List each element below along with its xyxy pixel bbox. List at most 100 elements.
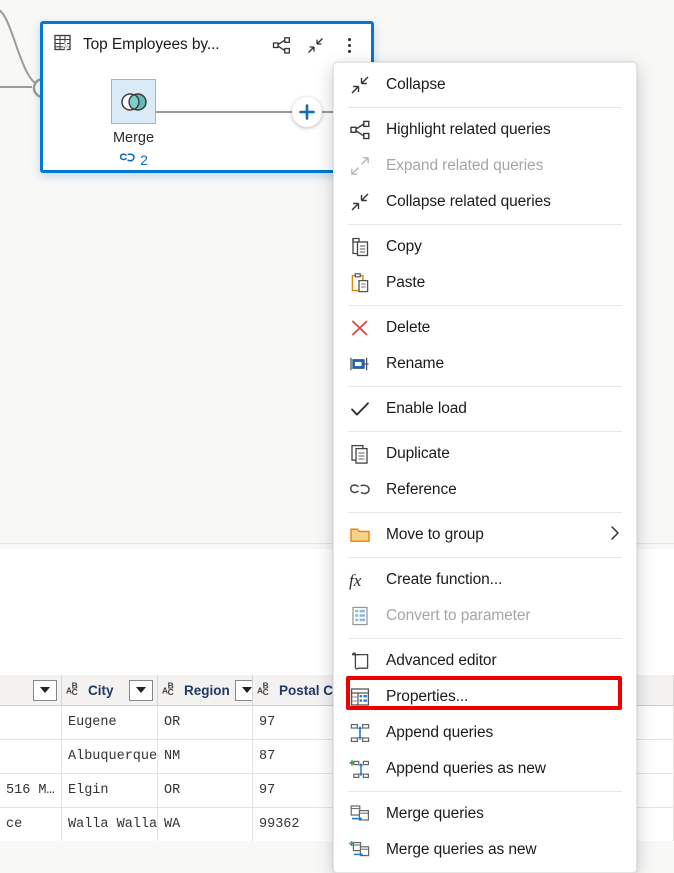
- text-type-icon: ABC: [162, 681, 179, 699]
- menu-item-label: Merge queries: [386, 805, 622, 823]
- collapse-related-queries-icon: [334, 191, 386, 213]
- column-header[interactable]: [0, 675, 62, 705]
- menu-item-collapse-related-queries[interactable]: Collapse related queries: [334, 184, 636, 220]
- table-cell[interactable]: NM: [158, 740, 253, 773]
- menu-separator: [348, 557, 622, 558]
- query-step-linked-count[interactable]: 2: [111, 151, 156, 168]
- column-filter-button[interactable]: [235, 680, 253, 701]
- delete-x-icon: [334, 317, 386, 339]
- menu-item-properties[interactable]: Properties...: [334, 679, 636, 715]
- advanced-editor-icon: [334, 650, 386, 672]
- menu-item-label: Copy: [386, 238, 622, 256]
- properties-icon: [334, 686, 386, 708]
- menu-item-move-to-group[interactable]: Move to group: [334, 517, 636, 553]
- linked-queries-icon: [119, 151, 136, 168]
- menu-item-delete[interactable]: Delete: [334, 310, 636, 346]
- highlight-related-queries-icon[interactable]: [271, 35, 291, 55]
- menu-item-create-function[interactable]: fx Create function...: [334, 562, 636, 598]
- menu-item-convert-to-parameter: Convert to parameter: [334, 598, 636, 634]
- menu-separator: [348, 305, 622, 306]
- menu-item-label: Append queries as new: [386, 760, 622, 778]
- column-filter-button[interactable]: [33, 680, 57, 701]
- menu-item-label: Reference: [386, 481, 622, 499]
- duplicate-icon: [334, 443, 386, 465]
- svg-text:C: C: [168, 687, 174, 696]
- svg-text:C: C: [72, 687, 78, 696]
- table-cell[interactable]: [0, 706, 62, 739]
- add-step-button[interactable]: [292, 97, 322, 127]
- menu-item-label: Paste: [386, 274, 622, 292]
- menu-item-label: Move to group: [386, 526, 608, 544]
- append-queries-as-new-icon: [334, 758, 386, 780]
- chevron-right-icon: [608, 524, 622, 546]
- column-filter-button[interactable]: [129, 680, 153, 701]
- menu-separator: [348, 386, 622, 387]
- app-canvas: Top Employees by...: [0, 0, 674, 841]
- menu-item-highlight-related-queries[interactable]: Highlight related queries: [334, 112, 636, 148]
- column-header-city[interactable]: ABCCity: [62, 675, 158, 705]
- menu-item-merge-queries[interactable]: Merge queries: [334, 796, 636, 832]
- table-cell[interactable]: 516 M…: [0, 774, 62, 807]
- table-cell[interactable]: OR: [158, 774, 253, 807]
- menu-item-advanced-editor[interactable]: Advanced editor: [334, 643, 636, 679]
- table-cell[interactable]: [0, 740, 62, 773]
- menu-item-append-queries[interactable]: Append queries: [334, 715, 636, 751]
- column-header-label: Region: [184, 683, 230, 698]
- fx-function-icon: fx: [334, 569, 386, 591]
- menu-item-duplicate[interactable]: Duplicate: [334, 436, 636, 472]
- menu-item-label: Highlight related queries: [386, 121, 622, 139]
- menu-item-copy[interactable]: Copy: [334, 229, 636, 265]
- menu-item-label: Duplicate: [386, 445, 622, 463]
- menu-separator: [348, 431, 622, 432]
- table-cell[interactable]: Eugene: [62, 706, 158, 739]
- menu-item-label: Collapse: [386, 76, 622, 94]
- query-card[interactable]: Top Employees by...: [40, 21, 374, 173]
- merge-queries-as-new-icon: [334, 839, 386, 861]
- table-cell[interactable]: Elgin: [62, 774, 158, 807]
- table-cell[interactable]: OR: [158, 706, 253, 739]
- collapse-icon[interactable]: [305, 35, 325, 55]
- more-options-icon[interactable]: [339, 35, 359, 55]
- menu-item-label: Append queries: [386, 724, 622, 742]
- table-cell[interactable]: Walla Walla: [62, 808, 158, 841]
- menu-item-label: Create function...: [386, 571, 622, 589]
- linked-queries-count: 2: [140, 152, 148, 168]
- table-cell[interactable]: WA: [158, 808, 253, 841]
- query-context-menu[interactable]: Collapse Highlight related queries Expand …: [333, 62, 637, 873]
- menu-item-label: Delete: [386, 319, 622, 337]
- menu-item-enable-load[interactable]: Enable load: [334, 391, 636, 427]
- menu-separator: [348, 638, 622, 639]
- column-header-region[interactable]: ABC Region: [158, 675, 253, 705]
- menu-separator: [348, 512, 622, 513]
- query-step-label: Merge: [111, 130, 156, 146]
- menu-item-label: Collapse related queries: [386, 193, 622, 211]
- svg-text:fx: fx: [349, 571, 362, 590]
- table-cell[interactable]: Albuquerque: [62, 740, 158, 773]
- menu-separator: [348, 791, 622, 792]
- collapse-icon: [334, 74, 386, 96]
- table-cell[interactable]: ce: [0, 808, 62, 841]
- menu-item-rename[interactable]: Rename: [334, 346, 636, 382]
- rename-icon: [334, 353, 386, 375]
- folder-icon: [334, 524, 386, 546]
- menu-item-paste[interactable]: Paste: [334, 265, 636, 301]
- menu-item-collapse[interactable]: Collapse: [334, 67, 636, 103]
- menu-item-label: Properties...: [386, 688, 622, 706]
- checkmark-icon: [334, 398, 386, 420]
- menu-item-label: Enable load: [386, 400, 622, 418]
- menu-separator: [348, 224, 622, 225]
- parameter-icon: [334, 605, 386, 627]
- menu-item-label: Expand related queries: [386, 157, 622, 175]
- menu-item-merge-queries-as-new[interactable]: Merge queries as new: [334, 832, 636, 868]
- query-step-merge[interactable]: Merge 2: [111, 79, 156, 168]
- text-type-icon: ABC: [66, 681, 83, 699]
- expand-related-queries-icon: [334, 155, 386, 177]
- copy-icon: [334, 236, 386, 258]
- menu-item-append-queries-as-new[interactable]: Append queries as new: [334, 751, 636, 787]
- query-card-title: Top Employees by...: [83, 36, 220, 54]
- table-lightning-icon: [53, 32, 75, 59]
- menu-item-label: Merge queries as new: [386, 841, 622, 859]
- menu-item-reference[interactable]: Reference: [334, 472, 636, 508]
- query-card-header: Top Employees by...: [43, 24, 371, 66]
- merge-venn-icon[interactable]: [111, 79, 156, 124]
